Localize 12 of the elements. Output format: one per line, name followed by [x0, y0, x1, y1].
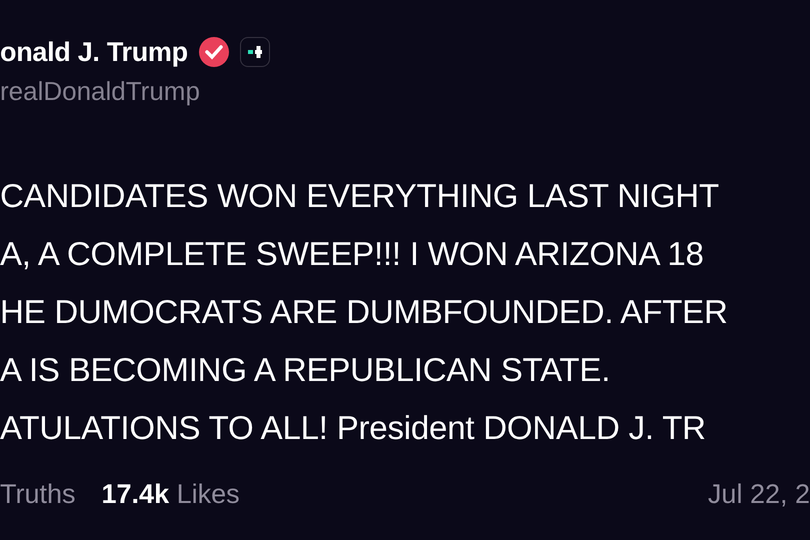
stat-text: 17.4k Likes	[102, 479, 240, 510]
post-text-line: ATULATIONS TO ALL! President DONALD J. TR	[0, 408, 707, 448]
plus-icon	[246, 44, 263, 60]
author-name: onald J. Trump	[0, 36, 188, 68]
author-handle[interactable]: realDonaldTrump	[0, 76, 810, 107]
post-text-line: CANDIDATES WON EVERYTHING LAST NIGHT	[0, 176, 720, 216]
post-text-line: A, A COMPLETE SWEEP!!! I WON ARIZONA 18	[0, 234, 705, 274]
post-text-line: HE DUMOCRATS ARE DUMBFOUNDED. AFTER	[0, 292, 729, 332]
stat-text: Truths	[0, 479, 76, 510]
post-date: Jul 22, 2	[708, 479, 810, 510]
post-text-line: A IS BECOMING A REPUBLICAN STATE.	[0, 350, 612, 390]
plus-badge[interactable]	[240, 37, 270, 67]
